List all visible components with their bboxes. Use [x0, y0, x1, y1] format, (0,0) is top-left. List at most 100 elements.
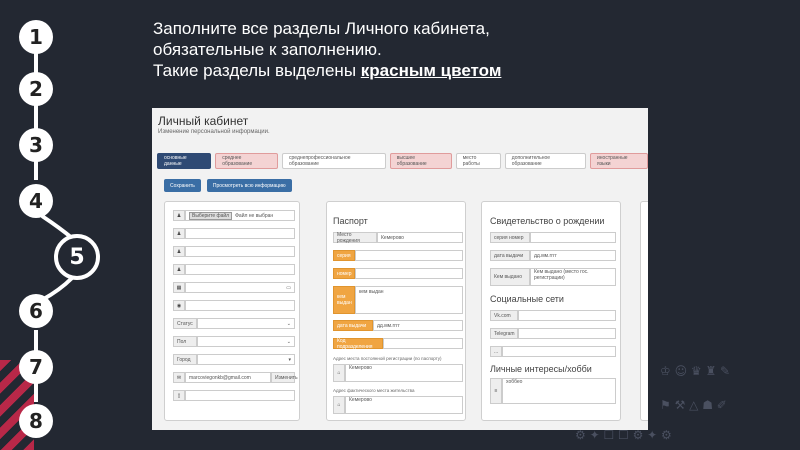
hobbies-input[interactable]: хоббео — [502, 378, 616, 404]
division-code-input[interactable] — [383, 338, 463, 349]
user-icon: ♟ — [173, 210, 185, 221]
birth-cert-date-label: дата выдачи — [490, 250, 530, 261]
social-heading: Социальные сети — [490, 294, 564, 304]
step-8[interactable]: 8 — [19, 404, 53, 438]
tab-higher-education[interactable]: высшее образование — [389, 153, 452, 169]
step-4[interactable]: 4 — [19, 184, 53, 218]
cabinet-screenshot: Личный кабинет Изменение персональной ин… — [152, 108, 648, 430]
heading-line-1: Заполните все разделы Личного кабинета, — [153, 19, 490, 38]
actual-address-input[interactable]: Кемерово — [345, 396, 463, 414]
passport-panel: Паспорт Место рождения Кемерово серия ном… — [326, 201, 466, 421]
gender-row: Пол ⌄ — [173, 336, 295, 347]
firstname-input[interactable] — [185, 246, 295, 257]
step-5-active[interactable]: 5 — [54, 234, 100, 280]
birthplace-label: Место рождения — [333, 232, 377, 244]
photo-row: ♟ Выберите файл Файл не выбран — [173, 210, 295, 221]
personal-panel: ♟ Выберите файл Файл не выбран ♟ ♟ ♟ ▦ ▭ … — [164, 201, 300, 421]
chevron-down-icon: ⌄ — [286, 338, 291, 345]
step-6[interactable]: 6 — [19, 294, 53, 328]
other-social-label: ... — [490, 346, 502, 357]
lastname-row: ♟ — [173, 228, 295, 239]
other-social-input[interactable] — [502, 346, 616, 357]
gender-select[interactable]: ⌄ — [197, 336, 295, 347]
lastname-input[interactable] — [185, 228, 295, 239]
step-7[interactable]: 7 — [19, 350, 53, 384]
heading-line-3: Такие разделы выделены красным цветом — [153, 61, 502, 80]
issue-date-label: дата выдачи — [333, 320, 373, 331]
series-label: серия — [333, 250, 355, 261]
user-icon: ♟ — [173, 264, 185, 275]
vk-label: Vk.com — [490, 310, 518, 321]
tab-secondary-education[interactable]: среднее образование — [215, 153, 279, 169]
reg-address-input[interactable]: Кемерово — [345, 364, 463, 382]
birthplace-input[interactable]: Кемерово — [377, 232, 463, 243]
gender-label: Пол — [173, 336, 197, 347]
heading-highlight: красным цветом — [360, 61, 502, 80]
status-select[interactable]: ⌄ — [197, 318, 295, 329]
telegram-label: Telegram — [490, 328, 518, 339]
choose-file-button[interactable]: Выберите файл — [189, 211, 233, 220]
phone-icon: ▯ — [173, 390, 185, 401]
patronymic-input[interactable] — [185, 264, 295, 275]
tab-workplace[interactable]: место работы — [455, 153, 501, 169]
gear-icon: ⚙ ✦ ☐ ☐ ⚙ ✦ ⚙ — [575, 428, 672, 442]
trophy-icon: ♔ ☺ ♛ ♜ ✎ — [660, 364, 731, 378]
telegram-input[interactable] — [518, 328, 616, 339]
cabinet-title: Личный кабинет — [158, 114, 249, 128]
tab-foreign-languages[interactable]: иностранные языки — [589, 153, 648, 169]
patronymic-row: ♟ — [173, 264, 295, 275]
web-row: ◉ — [173, 300, 295, 311]
birth-cert-issuer-input[interactable]: Кем выдано (место гос. регистрации) — [530, 268, 616, 286]
step-3[interactable]: 3 — [19, 128, 53, 162]
email-row: ✉ marcoviegonkb@gmail.com Изменить — [173, 372, 298, 383]
step-1[interactable]: 1 — [19, 20, 53, 54]
web-input[interactable] — [185, 300, 295, 311]
status-row: Статус ⌄ — [173, 318, 295, 329]
heading-line-2: обязательные к заполнению. — [153, 40, 382, 59]
birth-cert-series-label: серия номер — [490, 232, 530, 243]
instruction-heading: Заполните все разделы Личного кабинета, … — [153, 18, 501, 81]
file-status: Файл не выбран — [235, 212, 274, 219]
number-label: номер — [333, 268, 355, 279]
calendar-icon: ▦ — [173, 282, 185, 293]
mail-icon: ✉ — [173, 372, 185, 383]
user-icon: ♟ — [173, 228, 185, 239]
view-all-button[interactable]: Просмотреть всю информацию — [206, 179, 292, 192]
save-button[interactable]: Сохранить — [164, 179, 201, 192]
next-panel-edge — [640, 201, 648, 421]
change-email-link[interactable]: Изменить — [271, 372, 298, 383]
issue-date-input[interactable]: дд.мм.гггг — [373, 320, 463, 331]
birthdate-input[interactable]: ▭ — [185, 282, 295, 293]
birthdate-row: ▦ ▭ — [173, 282, 295, 293]
steps-timeline: 1 2 3 4 5 6 7 8 — [0, 0, 110, 450]
extra-panel: Свидетельство о рождении серия номер дат… — [481, 201, 621, 421]
birth-cert-date-input[interactable]: дд.мм.гггг — [530, 250, 616, 261]
passport-heading: Паспорт — [333, 216, 368, 226]
birth-cert-issuer-label: Кем выдано — [490, 268, 530, 286]
birth-cert-series-input[interactable] — [530, 232, 616, 243]
tab-additional-education[interactable]: дополнительное образование — [504, 153, 586, 169]
city-row: Город ▾ — [173, 354, 295, 365]
chevron-down-icon: ⌄ — [286, 320, 291, 327]
home-icon: ⌂ — [333, 364, 345, 382]
number-input[interactable] — [355, 268, 463, 279]
series-input[interactable] — [355, 250, 463, 261]
city-select[interactable]: ▾ — [197, 354, 295, 365]
actual-address-label: Адрес фактического места жительства — [333, 388, 415, 393]
tab-main-data[interactable]: основные данные — [157, 153, 212, 169]
phone-input[interactable] — [185, 390, 295, 401]
globe-icon: ◉ — [173, 300, 185, 311]
section-tabs: основные данные среднее образование сред… — [157, 153, 648, 169]
vk-input[interactable] — [518, 310, 616, 321]
birth-cert-heading: Свидетельство о рождении — [490, 216, 605, 226]
cabinet-subtitle: Изменение персональной информации. — [158, 129, 270, 135]
email-input[interactable]: marcoviegonkb@gmail.com — [185, 372, 271, 383]
chevron-down-icon: ▾ — [288, 356, 291, 363]
tab-vocational-education[interactable]: среднепрофессиональное образование — [282, 153, 386, 169]
step-2[interactable]: 2 — [19, 72, 53, 106]
hobbies-heading: Личные интересы/хобби — [490, 364, 592, 374]
firstname-row: ♟ — [173, 246, 295, 257]
issued-by-input[interactable]: кем выдан — [355, 286, 463, 314]
status-label: Статус — [173, 318, 197, 329]
list-icon: ≡ — [490, 378, 502, 404]
